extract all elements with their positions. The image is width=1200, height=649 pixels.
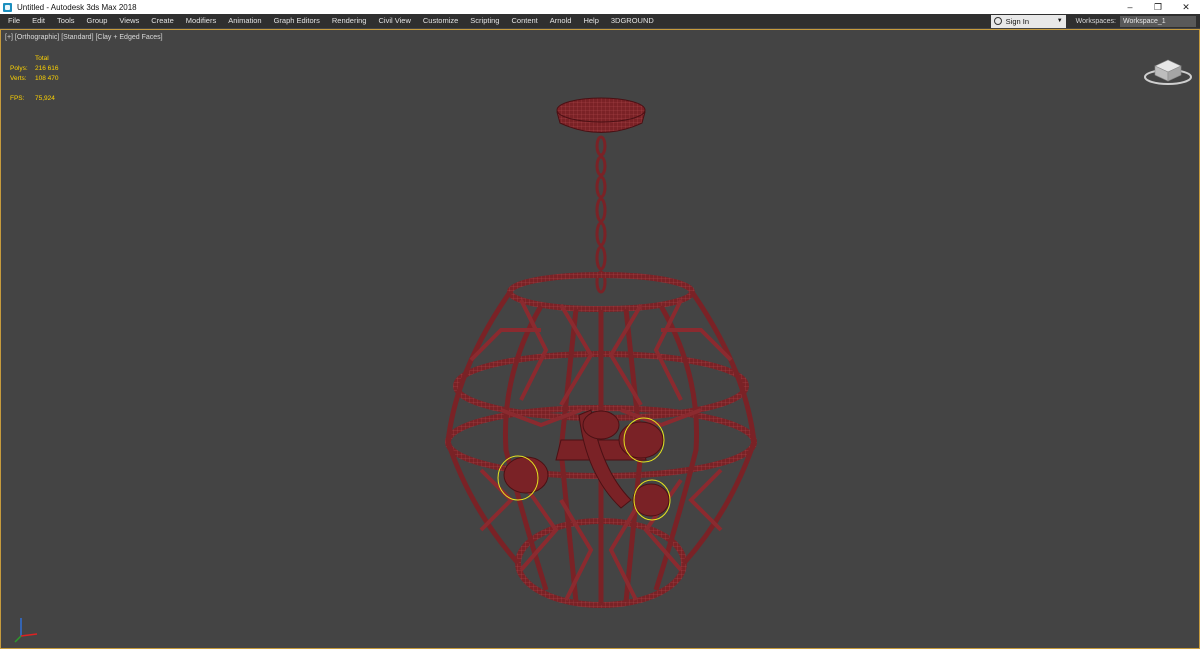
menu-item-group[interactable]: Group — [81, 14, 114, 28]
chevron-down-icon: ▼ — [1056, 18, 1063, 24]
minimize-icon[interactable]: – — [1116, 0, 1144, 14]
menu-item-modifiers[interactable]: Modifiers — [180, 14, 222, 28]
workspace-value: Workspace_1 — [1123, 17, 1166, 25]
user-icon — [993, 17, 1002, 25]
menu-item-tools[interactable]: Tools — [51, 14, 81, 28]
menu-item-customize[interactable]: Customize — [417, 14, 464, 28]
close-icon[interactable]: ✕ — [1172, 0, 1200, 14]
menu-item-file[interactable]: File — [2, 14, 26, 28]
menu-item-3dground[interactable]: 3DGROUND — [605, 14, 660, 28]
workspaces-label: Workspaces: — [1075, 17, 1116, 25]
sign-in-dropdown[interactable]: Sign In ▼ — [990, 14, 1066, 28]
title-bar: Untitled - Autodesk 3ds Max 2018 – ❐ ✕ — [0, 0, 1200, 14]
chain — [595, 135, 607, 294]
menu-item-civil-view[interactable]: Civil View — [372, 14, 416, 28]
menu-item-graph-editors[interactable]: Graph Editors — [268, 14, 326, 28]
menu-item-animation[interactable]: Animation — [222, 14, 267, 28]
menu-item-views[interactable]: Views — [113, 14, 145, 28]
sign-in-label: Sign In — [1005, 16, 1030, 26]
perspective-viewport[interactable]: [+] [Orthographic] [Standard] [Clay + Ed… — [0, 29, 1200, 649]
menu-item-arnold[interactable]: Arnold — [544, 14, 578, 28]
restore-icon[interactable]: ❐ — [1144, 0, 1172, 14]
menu-item-edit[interactable]: Edit — [26, 14, 51, 28]
app-icon — [3, 2, 12, 12]
window-title: Untitled - Autodesk 3ds Max 2018 — [17, 2, 137, 12]
menu-item-create[interactable]: Create — [145, 14, 180, 28]
menu-item-rendering[interactable]: Rendering — [326, 14, 373, 28]
menu-item-scripting[interactable]: Scripting — [464, 14, 505, 28]
axis-tripod-icon — [14, 618, 38, 643]
chandelier-model[interactable] — [1, 30, 1200, 649]
menu-items: File Edit Tools Group Views Create Modifiers An… — [0, 14, 991, 28]
window-controls: – ❐ ✕ — [1116, 0, 1200, 14]
inner-arms — [503, 409, 670, 517]
menu-item-help[interactable]: Help — [577, 14, 604, 28]
menu-bar: File Edit Tools Group Views Create Modifiers An… — [0, 14, 1200, 28]
menu-item-content[interactable]: Content — [505, 14, 543, 28]
workspace-select[interactable]: Workspace_1 — [1120, 15, 1196, 27]
